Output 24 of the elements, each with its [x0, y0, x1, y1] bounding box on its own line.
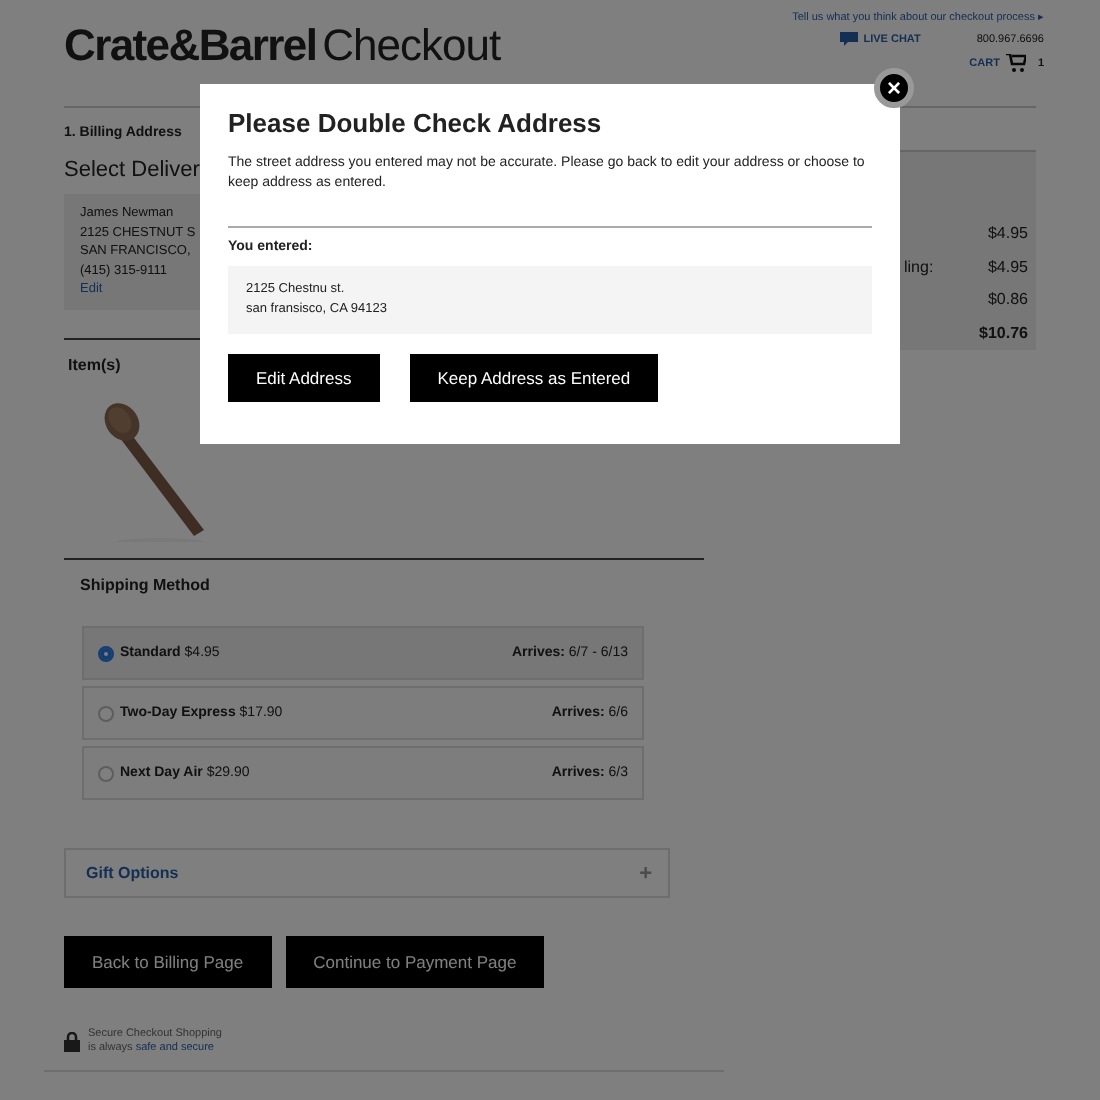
chat-icon	[839, 32, 858, 46]
lock-icon	[64, 1031, 80, 1051]
nav-button[interactable]: Back to Billing Page	[64, 936, 272, 988]
close-button[interactable]: ×	[874, 68, 914, 108]
gift-options-label: Gift Options	[86, 864, 179, 882]
logo-brand: Crate&Barrel	[64, 20, 317, 72]
items-heading: Item(s)	[68, 356, 123, 374]
summary-label: ling:	[904, 257, 934, 280]
gift-options-bar[interactable]: Gift Options +	[64, 848, 670, 898]
summary-amount: $4.95	[987, 257, 1028, 279]
section-heading: Select Deliver	[64, 158, 200, 182]
radio-button[interactable]	[98, 705, 114, 721]
summary-amount: $10.76	[979, 323, 1028, 345]
nav-button[interactable]: Continue to Payment Page	[285, 936, 545, 988]
summary-amount: $0.86	[987, 290, 1028, 312]
dialog-title: Please Double Check Address	[228, 108, 604, 138]
radio-button[interactable]	[98, 765, 114, 781]
radio-button[interactable]	[98, 645, 114, 661]
summary-amount: $4.95	[987, 224, 1028, 246]
logo-suffix: Checkout	[322, 20, 501, 72]
cart-icon	[1005, 54, 1026, 72]
shipping-heading: Shipping Method	[80, 576, 212, 594]
dialog-button[interactable]: Edit Address	[228, 354, 380, 402]
dialog-button[interactable]: Keep Address as Entered	[409, 354, 659, 402]
